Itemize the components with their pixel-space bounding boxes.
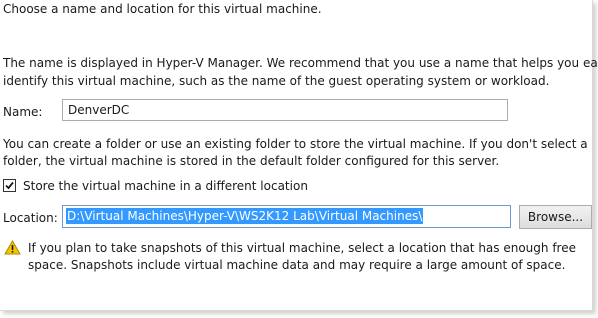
checkmark-icon (5, 181, 14, 190)
name-description-line-1: The name is displayed in Hyper-V Manager… (3, 56, 598, 70)
location-input-value[interactable]: D:\Virtual Machines\Hyper-V\WS2K12 Lab\V… (66, 208, 424, 224)
warning-text-line-2: space. Snapshots include virtual machine… (28, 258, 566, 272)
location-input[interactable]: D:\Virtual Machines\Hyper-V\WS2K12 Lab\V… (62, 205, 511, 228)
store-different-location-checkbox[interactable] (3, 179, 16, 192)
location-label: Location: (3, 211, 58, 225)
page-heading: Choose a name and location for this virt… (3, 2, 322, 16)
name-label: Name: (3, 105, 43, 119)
browse-button[interactable]: Browse... (519, 205, 592, 229)
name-input[interactable]: DenverDC (62, 99, 508, 121)
folder-info-line-2: folder, the virtual machine is stored in… (3, 154, 500, 168)
wizard-page: Choose a name and location for this virt… (0, 0, 598, 311)
store-different-location-label[interactable]: Store the virtual machine in a different… (23, 178, 308, 194)
warning-icon (4, 240, 21, 255)
name-description-line-2: identify this virtual machine, such as t… (3, 74, 550, 88)
folder-info-line-1: You can create a folder or use an existi… (3, 137, 588, 151)
warning-text-line-1: If you plan to take snapshots of this vi… (28, 241, 576, 255)
